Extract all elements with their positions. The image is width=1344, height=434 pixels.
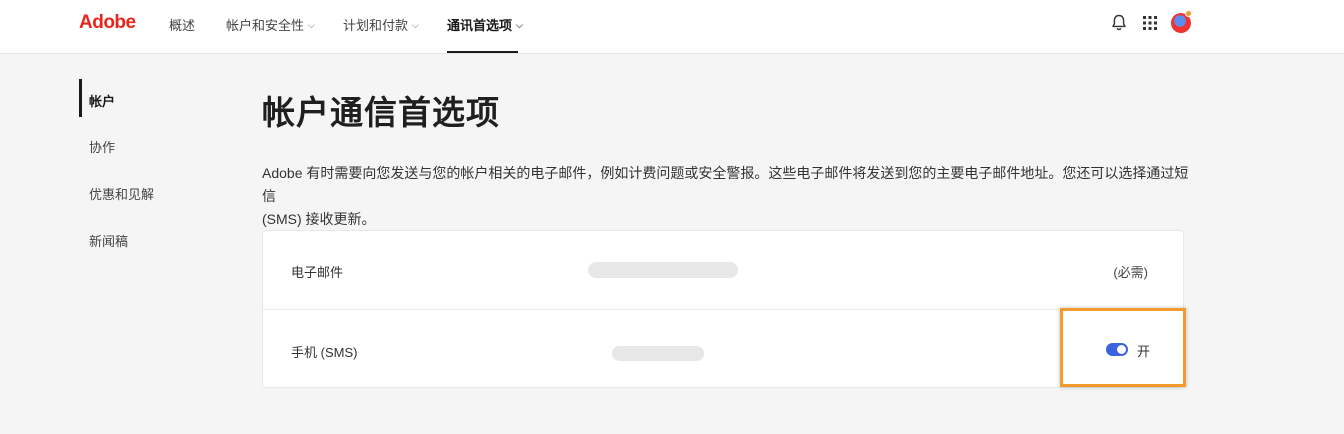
nav-communication-prefs[interactable]: 通讯首选项 ⌵ (447, 16, 523, 33)
phone-number-redacted (612, 346, 704, 361)
required-label: (必需) (1113, 265, 1148, 280)
page-title: 帐户通信首选项 (262, 94, 500, 131)
sidebar-item-account[interactable]: 帐户 (89, 91, 115, 110)
sidebar-active-indicator (79, 79, 82, 117)
chevron-down-icon: ⌵ (308, 19, 315, 30)
nav-plans-payment-label: 计划和付款 (343, 17, 409, 33)
apps-grid-icon[interactable] (1143, 16, 1157, 35)
top-nav-bar: Adobe 概述 帐户和安全性 ⌵ 计划和付款 ⌵ 通讯首选项 ⌵ (0, 0, 1344, 54)
nav-communication-prefs-label: 通讯首选项 (447, 17, 513, 33)
nav-plans-payment[interactable]: 计划和付款 ⌵ (343, 16, 419, 33)
active-nav-underline (447, 51, 518, 53)
chevron-down-icon: ⌵ (516, 19, 523, 30)
nav-overview-label: 概述 (169, 17, 196, 33)
email-row-label: 电子邮件 (291, 265, 344, 280)
intro-line-1: Adobe 有时需要向您发送与您的帐户相关的电子邮件，例如计费问题或安全警报。这… (262, 165, 1189, 204)
bell-icon[interactable] (1111, 14, 1127, 37)
intro-line-2: (SMS) 接收更新。 (262, 211, 376, 227)
notification-dot (1185, 10, 1192, 17)
intro-text: Adobe 有时需要向您发送与您的帐户相关的电子邮件，例如计费问题或安全警报。这… (262, 162, 1192, 231)
communication-prefs-card: 电子邮件 (必需) 手机 (SMS) 开 (262, 230, 1184, 388)
sidebar-item-collaboration[interactable]: 协作 (89, 137, 115, 156)
nav-overview[interactable]: 概述 (169, 16, 196, 33)
highlight-annotation-box (1060, 308, 1186, 387)
adobe-logo[interactable]: Adobe (79, 12, 136, 34)
nav-account-security[interactable]: 帐户和安全性 ⌵ (226, 16, 315, 33)
sms-row-label: 手机 (SMS) (291, 345, 358, 360)
row-divider (263, 309, 1183, 310)
nav-account-security-label: 帐户和安全性 (226, 17, 305, 33)
email-address-redacted (588, 262, 738, 278)
sidebar-item-offers-insights[interactable]: 优惠和见解 (89, 184, 154, 203)
chevron-down-icon: ⌵ (412, 19, 419, 30)
sidebar-item-newsletters[interactable]: 新闻稿 (89, 231, 128, 250)
